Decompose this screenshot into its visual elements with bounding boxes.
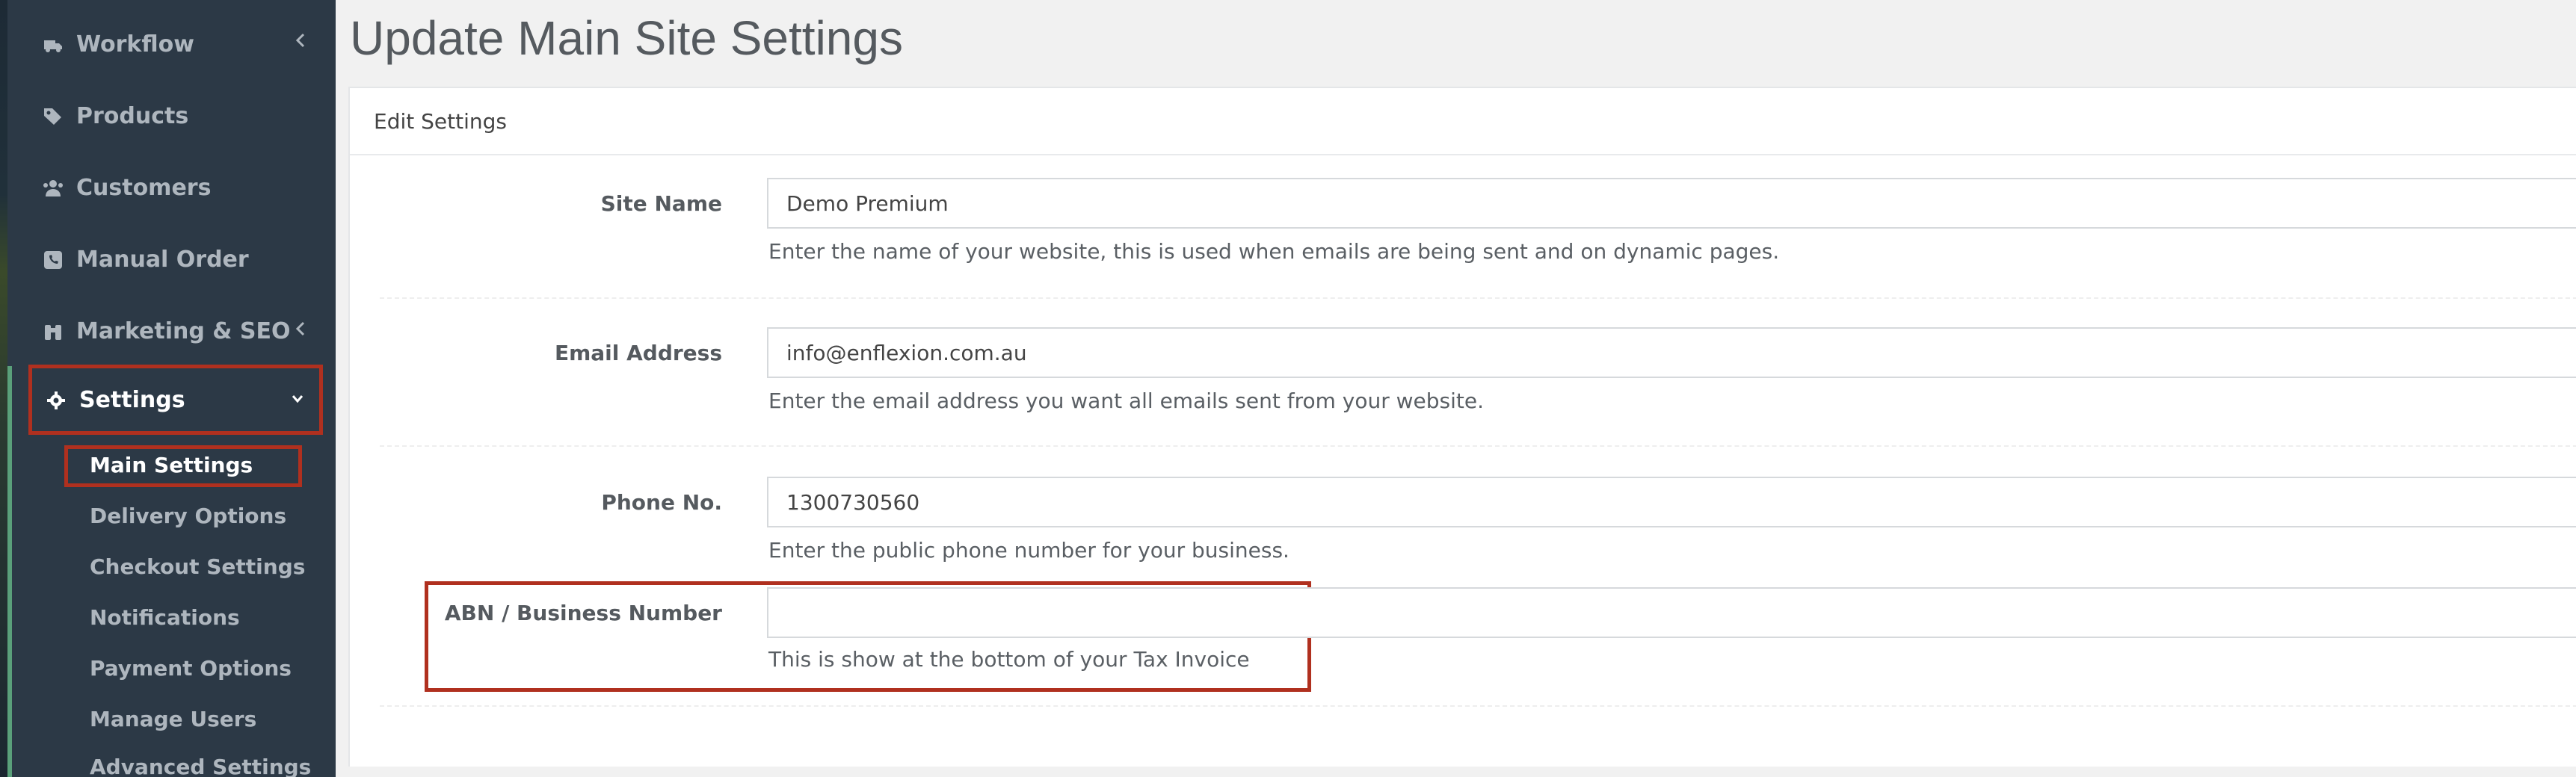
panel-heading: Edit Settings (350, 88, 2576, 155)
phone-number-label: Phone No. (601, 490, 722, 515)
sidebar-item-label: Products (76, 103, 189, 129)
sidebar-item-label: Settings (79, 387, 185, 413)
sidebar-item-manual-order[interactable]: Manual Order (42, 247, 249, 273)
email-field[interactable] (767, 327, 2576, 378)
tags-icon (42, 105, 64, 128)
phone-number-input[interactable] (767, 477, 2576, 527)
site-name-help: Enter the name of your website, this is … (768, 239, 1780, 264)
abn-label: ABN / Business Number (444, 601, 722, 625)
sidebar-item-label: Workflow (76, 31, 194, 58)
sidebar-item-label: Customers (76, 175, 212, 201)
site-name-input[interactable] (767, 178, 2576, 229)
chevron-left-icon[interactable] (293, 320, 308, 338)
sidebar-active-accent (7, 366, 12, 777)
chevron-left-icon[interactable] (293, 31, 308, 49)
email-address-label: Email Address (554, 341, 722, 365)
sidebar-item-label: Marketing & SEO (76, 318, 291, 344)
divider (380, 445, 2576, 447)
phone-square-icon (42, 249, 64, 271)
sidebar-subitem-payment-options[interactable]: Payment Options (90, 656, 292, 681)
abn-input[interactable] (767, 587, 2576, 638)
abn-help: This is show at the bottom of your Tax I… (768, 647, 1250, 672)
truck-icon (42, 34, 64, 56)
sidebar-item-workflow[interactable]: Workflow (42, 31, 194, 58)
site-name-label: Site Name (600, 191, 722, 216)
page-title: Update Main Site Settings (350, 11, 903, 65)
divider (380, 705, 2576, 707)
sidebar-edge-background (0, 0, 7, 777)
sidebar: Workflow Products Customers Manual Order… (0, 0, 336, 777)
divider (380, 297, 2576, 299)
phone-number-help: Enter the public phone number for your b… (768, 538, 1289, 563)
binoculars-icon (42, 321, 64, 343)
email-address-help: Enter the email address you want all ema… (768, 388, 1485, 413)
sidebar-item-label: Manual Order (76, 247, 249, 273)
gear-icon (46, 391, 66, 410)
sidebar-subitem-notifications[interactable]: Notifications (90, 605, 240, 630)
sidebar-item-customers[interactable]: Customers (42, 175, 211, 201)
sidebar-item-settings[interactable]: Settings (46, 387, 185, 413)
sidebar-item-marketing-seo[interactable]: Marketing & SEO (42, 318, 291, 344)
sidebar-subitem-main-settings[interactable]: Main Settings (90, 453, 253, 477)
panel-heading-title: Edit Settings (374, 109, 507, 134)
sidebar-subitem-advanced-settings[interactable]: Advanced Settings (90, 755, 311, 777)
sidebar-subitem-manage-users[interactable]: Manage Users (90, 707, 256, 731)
users-icon (42, 177, 64, 199)
chevron-down-icon[interactable] (290, 390, 305, 408)
sidebar-subitem-delivery-options[interactable]: Delivery Options (90, 504, 286, 528)
sidebar-item-products[interactable]: Products (42, 103, 188, 129)
edit-settings-panel: Edit Settings Site Name Enter the name o… (348, 87, 2576, 767)
sidebar-subitem-checkout-settings[interactable]: Checkout Settings (90, 554, 305, 579)
